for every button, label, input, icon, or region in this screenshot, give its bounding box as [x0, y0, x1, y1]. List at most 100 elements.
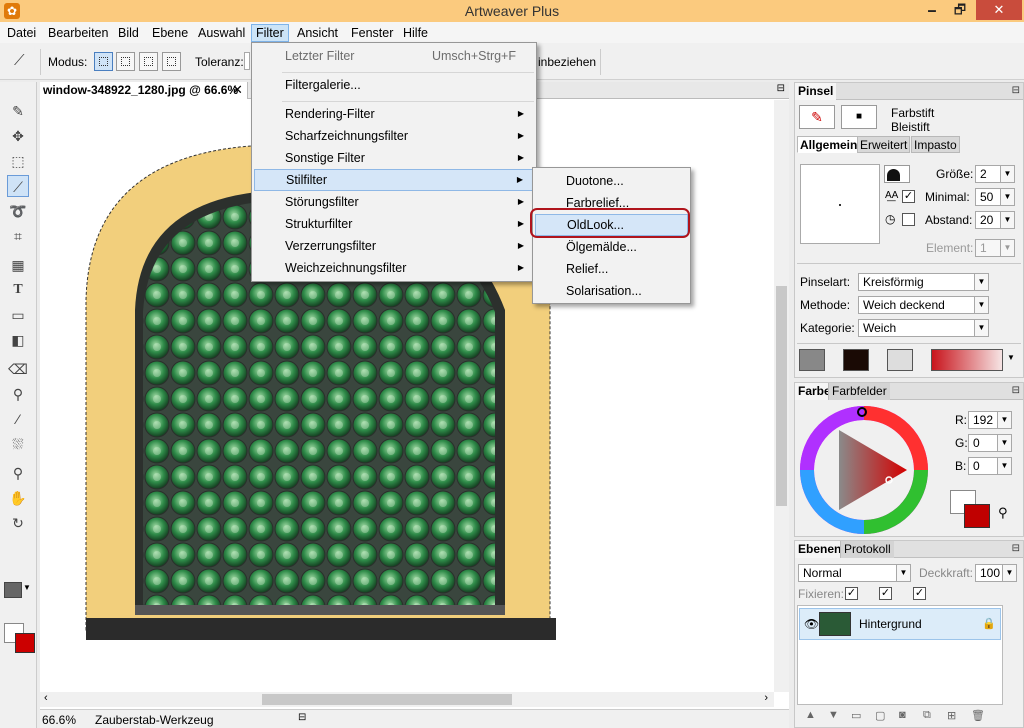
menu-bild[interactable]: Bild: [114, 24, 143, 42]
foreground-color-swatch[interactable]: [964, 504, 990, 528]
menu-item-weichzeichnungsfilter[interactable]: Weichzeichnungsfilter ▶: [254, 257, 534, 279]
panel-menu-icon[interactable]: ⊟: [1012, 85, 1020, 96]
tab-erweitert[interactable]: Erweitert: [857, 136, 911, 153]
copy-layer-icon[interactable]: ⧉: [923, 709, 931, 722]
layer-style-icon[interactable]: ▢: [875, 709, 885, 722]
perspective-tool-icon[interactable]: ▦: [7, 254, 29, 276]
mode-new-selection-button[interactable]: [94, 52, 113, 71]
brush-tip-icon[interactable]: [884, 165, 910, 183]
mode-intersect-selection-button[interactable]: [162, 52, 181, 71]
menu-fenster[interactable]: Fenster: [347, 24, 397, 42]
mask-icon[interactable]: ◙: [899, 709, 906, 721]
eye-icon[interactable]: 👁: [804, 617, 819, 631]
lock-pixels-checkbox[interactable]: ✓: [879, 587, 892, 600]
zoom-tool-icon[interactable]: ⚲: [7, 462, 29, 484]
menu-item-solarisation[interactable]: Solarisation...: [535, 280, 688, 302]
tab-farbfelder[interactable]: Farbfelder: [828, 383, 890, 400]
maximize-button[interactable]: 🗗: [946, 0, 974, 20]
minimal-input[interactable]: 50 ▼: [975, 188, 1015, 206]
brush-variant[interactable]: Bleistift: [891, 120, 930, 134]
method-select[interactable]: Weich deckend ▼: [858, 296, 989, 314]
lock-position-checkbox[interactable]: ✓: [913, 587, 926, 600]
vertical-scrollbar[interactable]: [774, 100, 789, 692]
eraser-tool-icon[interactable]: ⌫: [7, 358, 29, 380]
tolerance-input[interactable]: [244, 52, 250, 70]
menu-item-stilfilter[interactable]: Stilfilter ▶: [254, 169, 534, 191]
menu-item-sonstige-filter[interactable]: Sonstige Filter ▶: [254, 147, 534, 169]
foreground-color-swatch[interactable]: [15, 633, 35, 653]
r-input[interactable]: 192 ▼: [968, 411, 1012, 429]
eyedropper-icon[interactable]: ⚲: [998, 505, 1008, 521]
rotate-tool-icon[interactable]: ↻: [7, 512, 29, 534]
menu-bearbeiten[interactable]: Bearbeiten: [44, 24, 112, 42]
close-tab-icon[interactable]: ✕: [232, 82, 243, 98]
scroll-right-icon[interactable]: ›: [764, 692, 768, 704]
minimize-button[interactable]: 🗕: [918, 0, 946, 20]
color-wheel[interactable]: [799, 405, 929, 535]
fill-tool-icon[interactable]: ⛆: [7, 433, 29, 455]
b-input[interactable]: 0 ▼: [968, 457, 1012, 475]
panel-menu-icon[interactable]: ⊟: [298, 712, 306, 723]
gradient-tool-icon[interactable]: ◧: [7, 329, 29, 351]
menu-filter[interactable]: Filter: [251, 24, 289, 42]
menu-item-duotone[interactable]: Duotone...: [535, 170, 688, 192]
scroll-thumb[interactable]: [776, 286, 787, 506]
stamp-tool-icon[interactable]: ⚲: [7, 383, 29, 405]
new-layer-icon[interactable]: ⊞: [947, 709, 956, 722]
minimal-checkbox[interactable]: ✓: [902, 190, 915, 203]
eyedropper-tool-icon[interactable]: ⁄: [7, 408, 29, 430]
brush-preset-icon[interactable]: ✎: [799, 105, 835, 129]
blend-mode-select[interactable]: Normal ▼: [798, 564, 911, 582]
menu-item-verzerrungsfilter[interactable]: Verzerrungsfilter ▶: [254, 235, 534, 257]
tab-impasto[interactable]: Impasto: [911, 136, 960, 153]
menu-ebene[interactable]: Ebene: [148, 24, 192, 42]
menu-item-scharfzeichnungsfilter[interactable]: Scharfzeichnungsfilter ▶: [254, 125, 534, 147]
size-input[interactable]: 2 ▼: [975, 165, 1015, 183]
menu-item-oelgemaelde[interactable]: Ölgemälde...: [535, 236, 688, 258]
scroll-thumb[interactable]: [262, 694, 512, 705]
texture-swatch[interactable]: [799, 349, 825, 371]
tab-pinsel[interactable]: Pinsel: [795, 83, 837, 100]
brushtype-select[interactable]: Kreisförmig ▼: [858, 273, 989, 291]
shape-tool-icon[interactable]: ▭: [7, 304, 29, 326]
lock-transparency-checkbox[interactable]: ✓: [845, 587, 858, 600]
opacity-input[interactable]: 100 ▼: [975, 564, 1017, 582]
vertical-scrollbar[interactable]: [1003, 605, 1018, 705]
grain-swatch[interactable]: [843, 349, 869, 371]
zoom-level[interactable]: 66.6%: [42, 713, 76, 727]
spacing-input[interactable]: 20 ▼: [975, 211, 1015, 229]
horizontal-scrollbar[interactable]: ‹ ›: [40, 692, 774, 707]
menu-item-relief[interactable]: Relief...: [535, 258, 688, 280]
bristle-swatch[interactable]: [887, 349, 913, 371]
tab-allgemein[interactable]: Allgemein: [797, 136, 861, 153]
document-tab[interactable]: window-348922_1280.jpg @ 66.6%: [40, 82, 248, 99]
move-up-icon[interactable]: ▲: [805, 709, 816, 721]
rect-select-tool-icon[interactable]: ⬚: [7, 150, 29, 172]
menu-item-strukturfilter[interactable]: Strukturfilter ▶: [254, 213, 534, 235]
hand-tool-icon[interactable]: ✋: [7, 487, 29, 509]
pencil-tool-icon[interactable]: ✎: [7, 100, 29, 122]
menu-item-filtergalerie[interactable]: Filtergalerie...: [254, 74, 534, 96]
new-group-icon[interactable]: ▭: [851, 709, 861, 722]
layer-name[interactable]: Hintergrund: [859, 617, 922, 631]
close-button[interactable]: ✕: [976, 0, 1022, 20]
text-tool-icon[interactable]: T: [7, 279, 29, 301]
mode-add-selection-button[interactable]: [116, 52, 135, 71]
tab-protokoll[interactable]: Protokoll: [840, 541, 894, 558]
chevron-down-icon[interactable]: ▼: [1007, 353, 1015, 362]
chevron-down-icon[interactable]: ▼: [23, 583, 31, 592]
delete-layer-icon[interactable]: 🗑: [971, 709, 985, 722]
panel-menu-icon[interactable]: ⊟: [777, 83, 785, 94]
menu-item-stoerungsfilter[interactable]: Störungsfilter ▶: [254, 191, 534, 213]
mode-subtract-selection-button[interactable]: [139, 52, 158, 71]
move-down-icon[interactable]: ▼: [828, 709, 839, 721]
menu-ansicht[interactable]: Ansicht: [293, 24, 342, 42]
brush-shape-icon[interactable]: ■: [841, 105, 877, 129]
gradient-swatch[interactable]: [931, 349, 1003, 371]
g-input[interactable]: 0 ▼: [968, 434, 1012, 452]
texture-swatch[interactable]: [4, 582, 22, 598]
menu-datei[interactable]: Datei: [3, 24, 40, 42]
tab-ebenen[interactable]: Ebenen: [795, 541, 845, 558]
layer-row-hintergrund[interactable]: 👁 Hintergrund 🔒: [799, 608, 1001, 640]
crop-tool-icon[interactable]: ⌗: [7, 225, 29, 247]
